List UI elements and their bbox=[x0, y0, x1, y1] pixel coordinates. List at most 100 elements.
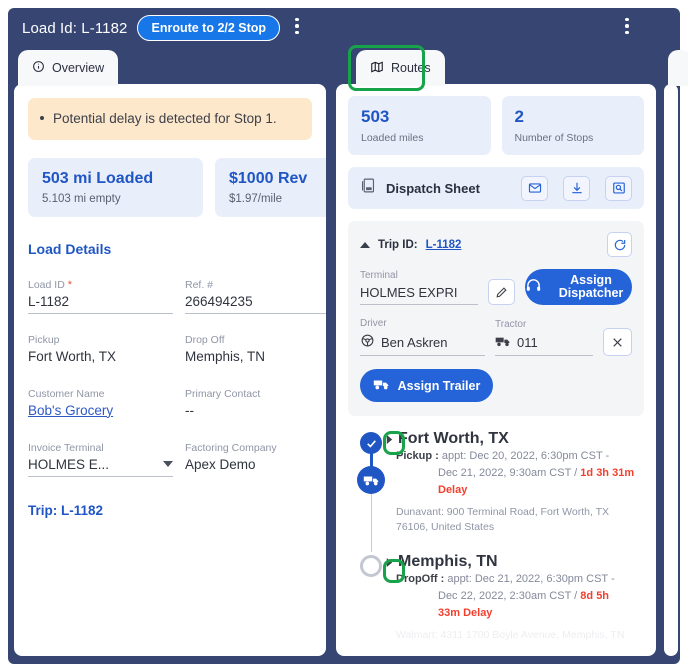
field-load-id-label: Load ID * bbox=[28, 278, 72, 291]
assign-trailer-button[interactable]: Assign Trailer bbox=[360, 369, 493, 402]
close-icon[interactable] bbox=[603, 328, 632, 356]
stop-pending-icon bbox=[360, 555, 382, 578]
assign-trailer-label: Assign Trailer bbox=[397, 378, 481, 393]
field-ref-no-value[interactable]: 266494235 bbox=[185, 294, 326, 314]
field-ref-no-label: Ref. # bbox=[185, 278, 214, 291]
headset-icon bbox=[525, 277, 542, 297]
field-ref-no: Ref. # 266494235 bbox=[185, 279, 326, 314]
more-options-icon-right[interactable] bbox=[618, 16, 636, 36]
stat-number-of-stops: 2 Number of Stops bbox=[501, 96, 644, 155]
field-tractor-value-wrap[interactable]: 011 bbox=[495, 334, 593, 356]
field-factoring-company-value: Apex Demo bbox=[185, 456, 256, 472]
stop-dropoff-duration: 8d 5h bbox=[580, 590, 610, 603]
invoice-terminal-select[interactable]: HOLMES E... bbox=[28, 457, 173, 477]
page-title: Load Id: L-1182 bbox=[22, 19, 128, 37]
field-primary-contact-value: -- bbox=[185, 402, 194, 418]
email-icon[interactable] bbox=[521, 175, 548, 201]
trip-card: Trip ID: L-1182 Terminal HOLMES EXPRI As… bbox=[348, 221, 644, 416]
trailer-truck-icon bbox=[373, 377, 390, 394]
steering-wheel-icon bbox=[360, 333, 375, 351]
load-details-heading[interactable]: Load Details bbox=[28, 241, 312, 257]
expand-arrow-icon-dropoff[interactable] bbox=[382, 554, 396, 570]
stat-number-of-stops-value: 2 bbox=[514, 107, 524, 126]
trip-id-value[interactable]: L-1182 bbox=[426, 239, 462, 251]
field-pickup-label: Pickup bbox=[28, 333, 60, 346]
field-dropoff: Drop Off Memphis, TN bbox=[185, 334, 326, 368]
field-invoice-terminal-value: HOLMES E... bbox=[28, 456, 110, 472]
stat-card-miles: 503 mi Loaded 5.103 mi empty bbox=[28, 157, 203, 217]
app-root: Load Id: L-1182 Enroute to 2/2 Stop Over… bbox=[0, 0, 688, 672]
assign-dispatcher-label: Assign Dispatcher bbox=[558, 272, 624, 300]
more-options-icon-left[interactable] bbox=[288, 16, 306, 36]
field-load-id-value[interactable]: L-1182 bbox=[28, 294, 173, 314]
tab-routes[interactable]: Routes bbox=[356, 50, 445, 86]
field-customer-name: Customer Name Bob's Grocery bbox=[28, 388, 173, 422]
bullet-icon bbox=[40, 116, 44, 120]
current-truck-icon bbox=[357, 466, 385, 494]
field-customer-name-value[interactable]: Bob's Grocery bbox=[28, 403, 173, 418]
stop-dropoff-title: Memphis, TN bbox=[398, 553, 498, 571]
stop-pickup-duration: 1d 3h 31m bbox=[580, 467, 635, 480]
stop-dropoff-type: DropOff : bbox=[396, 573, 445, 586]
info-icon bbox=[32, 60, 45, 76]
preview-icon[interactable] bbox=[605, 175, 632, 201]
dispatch-sheet-title: Dispatch Sheet bbox=[386, 180, 480, 196]
stop-dropoff-delay: 33m Delay bbox=[438, 607, 493, 620]
field-pickup: Pickup Fort Worth, TX bbox=[28, 334, 173, 368]
stat-card-revenue: $1000 Rev $1.97/mile bbox=[215, 157, 326, 217]
stat-loaded-miles: 503 Loaded miles bbox=[348, 96, 491, 155]
field-pickup-value: Fort Worth, TX bbox=[28, 348, 117, 364]
stop-pickup-header: Fort Worth, TX bbox=[382, 430, 644, 448]
stop-dropoff-header: Memphis, TN bbox=[382, 553, 644, 571]
field-terminal: Terminal HOLMES EXPRI bbox=[360, 270, 478, 305]
refresh-icon[interactable] bbox=[607, 232, 632, 257]
field-tractor: Tractor 011 bbox=[495, 319, 593, 356]
stop-pickup-delay: Delay bbox=[438, 484, 468, 497]
field-driver: Driver Ben Askren bbox=[360, 318, 485, 356]
assign-dispatcher-button[interactable]: Assign Dispatcher bbox=[525, 269, 632, 305]
stop-pickup-appt-2: Dec 21, 2022, 9:30am CST / 1d 3h 31m bbox=[438, 467, 635, 480]
field-terminal-value[interactable]: HOLMES EXPRI bbox=[360, 285, 478, 305]
field-driver-value: Ben Askren bbox=[381, 334, 448, 350]
status-badge[interactable]: Enroute to 2/2 Stop bbox=[137, 15, 281, 41]
route-stats: 503 Loaded miles 2 Number of Stops bbox=[348, 96, 644, 155]
tab-overview[interactable]: Overview bbox=[18, 50, 119, 86]
stop-pickup-appt-start: appt: Dec 20, 2022, 6:30pm CST - bbox=[441, 450, 610, 462]
field-load-id: Load ID * L-1182 bbox=[28, 279, 173, 314]
stop-pickup-appt-end: Dec 21, 2022, 9:30am CST bbox=[438, 467, 572, 480]
required-icon: * bbox=[67, 278, 72, 291]
stop-dropoff-appt-2: Dec 22, 2022, 2:30am CST / 8d 5h bbox=[438, 590, 610, 603]
download-icon[interactable] bbox=[563, 175, 590, 201]
field-terminal-label: Terminal bbox=[360, 270, 398, 281]
stops-timeline: Fort Worth, TX Pickup : appt: Dec 20, 20… bbox=[348, 430, 644, 643]
driver-tractor-row: Driver Ben Askren Tractor 011 bbox=[360, 318, 632, 356]
field-tractor-label: Tractor bbox=[495, 319, 527, 330]
tab-partial[interactable] bbox=[668, 50, 688, 86]
field-dropoff-label: Drop Off bbox=[185, 333, 225, 346]
tab-routes-label: Routes bbox=[391, 61, 431, 75]
field-invoice-terminal: Invoice Terminal HOLMES E... bbox=[28, 442, 173, 477]
field-invoice-terminal-label: Invoice Terminal bbox=[28, 441, 104, 454]
delay-alert: Potential delay is detected for Stop 1. bbox=[28, 98, 312, 140]
field-dropoff-value: Memphis, TN bbox=[185, 348, 266, 364]
stop-item-pickup: Fort Worth, TX Pickup : appt: Dec 20, 20… bbox=[348, 430, 644, 552]
dispatch-sheet-bar: Dispatch Sheet bbox=[348, 167, 644, 209]
trip-card-header: Trip ID: L-1182 bbox=[360, 232, 632, 257]
trip-link[interactable]: Trip: L-1182 bbox=[28, 503, 312, 518]
routes-panel: 503 Loaded miles 2 Number of Stops Dispa… bbox=[336, 84, 656, 656]
terminal-row: Terminal HOLMES EXPRI Assign Dispatcher bbox=[360, 269, 632, 305]
expand-arrow-icon-pickup[interactable] bbox=[382, 431, 396, 447]
stop-dropoff-address: Walmart: 4311 1700 Boyle Avenue, Memphis… bbox=[396, 628, 625, 641]
chevron-up-icon[interactable] bbox=[360, 241, 370, 248]
page-header: Load Id: L-1182 Enroute to 2/2 Stop bbox=[8, 8, 680, 48]
truck-icon bbox=[495, 334, 511, 351]
field-factoring-company-label: Factoring Company bbox=[185, 441, 277, 454]
pdf-icon bbox=[360, 177, 377, 199]
stop-pickup-address: Dunavant: 900 Terminal Road, Fort Worth,… bbox=[396, 505, 610, 533]
pencil-icon[interactable] bbox=[488, 279, 515, 305]
field-driver-value-wrap[interactable]: Ben Askren bbox=[360, 333, 485, 356]
field-driver-label: Driver bbox=[360, 318, 387, 329]
tab-overview-label: Overview bbox=[52, 61, 105, 75]
field-primary-contact: Primary Contact -- bbox=[185, 388, 326, 422]
field-customer-name-label: Customer Name bbox=[28, 387, 105, 400]
